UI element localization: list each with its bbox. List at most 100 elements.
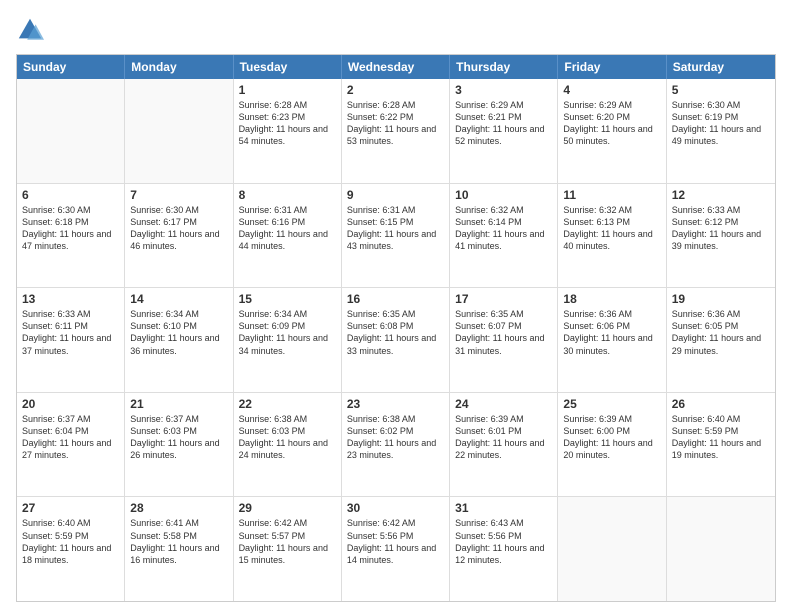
day-number: 28 xyxy=(130,501,227,515)
day-number: 25 xyxy=(563,397,660,411)
day-number: 31 xyxy=(455,501,552,515)
cal-cell-16: 16 Sunrise: 6:35 AM Sunset: 6:08 PM Dayli… xyxy=(342,288,450,392)
cal-cell-24: 24Sunrise: 6:39 AM Sunset: 6:01 PM Dayli… xyxy=(450,393,558,497)
cell-info: Sunrise: 6:33 AM Sunset: 6:11 PM Dayligh… xyxy=(22,308,119,357)
cal-cell-13: 13 Sunrise: 6:33 AM Sunset: 6:11 PM Dayli… xyxy=(17,288,125,392)
cal-cell-4: 4 Sunrise: 6:29 AM Sunset: 6:20 PM Daylig… xyxy=(558,79,666,183)
day-number: 5 xyxy=(672,83,770,97)
day-number: 6 xyxy=(22,188,119,202)
week-row-4: 27Sunrise: 6:40 AM Sunset: 5:59 PM Dayli… xyxy=(17,496,775,601)
day-number: 3 xyxy=(455,83,552,97)
day-number: 2 xyxy=(347,83,444,97)
cal-cell-6: 6 Sunrise: 6:30 AM Sunset: 6:18 PM Daylig… xyxy=(17,184,125,288)
cell-info: Sunrise: 6:35 AM Sunset: 6:07 PM Dayligh… xyxy=(455,308,552,357)
day-number: 11 xyxy=(563,188,660,202)
cal-cell-1: 1 Sunrise: 6:28 AM Sunset: 6:23 PM Daylig… xyxy=(234,79,342,183)
day-number: 10 xyxy=(455,188,552,202)
cal-cell-5: 5 Sunrise: 6:30 AM Sunset: 6:19 PM Daylig… xyxy=(667,79,775,183)
cal-cell-27: 27Sunrise: 6:40 AM Sunset: 5:59 PM Dayli… xyxy=(17,497,125,601)
header-day-sunday: Sunday xyxy=(17,55,125,79)
cal-cell-25: 25 Sunrise: 6:39 AM Sunset: 6:00 PM Dayli… xyxy=(558,393,666,497)
day-number: 19 xyxy=(672,292,770,306)
cell-info: Sunrise: 6:40 AM Sunset: 5:59 PM Dayligh… xyxy=(672,413,770,462)
calendar-header: SundayMondayTuesdayWednesdayThursdayFrid… xyxy=(17,55,775,79)
cell-info: Sunrise: 6:33 AM Sunset: 6:12 PM Dayligh… xyxy=(672,204,770,253)
cal-cell-7: 7 Sunrise: 6:30 AM Sunset: 6:17 PM Daylig… xyxy=(125,184,233,288)
day-number: 12 xyxy=(672,188,770,202)
logo xyxy=(16,16,48,44)
day-number: 4 xyxy=(563,83,660,97)
cal-cell-10: 10 Sunrise: 6:32 AM Sunset: 6:14 PM Dayli… xyxy=(450,184,558,288)
header-day-monday: Monday xyxy=(125,55,233,79)
day-number: 26 xyxy=(672,397,770,411)
cell-info: Sunrise: 6:32 AM Sunset: 6:13 PM Dayligh… xyxy=(563,204,660,253)
cell-info: Sunrise: 6:28 AM Sunset: 6:22 PM Dayligh… xyxy=(347,99,444,148)
cal-cell-empty-0-1 xyxy=(125,79,233,183)
day-number: 13 xyxy=(22,292,119,306)
cell-info: Sunrise: 6:34 AM Sunset: 6:10 PM Dayligh… xyxy=(130,308,227,357)
cell-info: Sunrise: 6:43 AM Sunset: 5:56 PM Dayligh… xyxy=(455,517,552,566)
cal-cell-29: 29 Sunrise: 6:42 AM Sunset: 5:57 PM Dayli… xyxy=(234,497,342,601)
cal-cell-11: 11 Sunrise: 6:32 AM Sunset: 6:13 PM Dayli… xyxy=(558,184,666,288)
cal-cell-empty-4-6 xyxy=(667,497,775,601)
cal-cell-empty-4-5 xyxy=(558,497,666,601)
calendar-body: 1 Sunrise: 6:28 AM Sunset: 6:23 PM Daylig… xyxy=(17,79,775,601)
logo-icon xyxy=(16,16,44,44)
cal-cell-31: 31 Sunrise: 6:43 AM Sunset: 5:56 PM Dayli… xyxy=(450,497,558,601)
day-number: 16 xyxy=(347,292,444,306)
cell-info: Sunrise: 6:36 AM Sunset: 6:06 PM Dayligh… xyxy=(563,308,660,357)
cell-info: Sunrise: 6:35 AM Sunset: 6:08 PM Dayligh… xyxy=(347,308,444,357)
cal-cell-17: 17Sunrise: 6:35 AM Sunset: 6:07 PM Dayli… xyxy=(450,288,558,392)
day-number: 29 xyxy=(239,501,336,515)
cell-info: Sunrise: 6:42 AM Sunset: 5:57 PM Dayligh… xyxy=(239,517,336,566)
week-row-0: 1 Sunrise: 6:28 AM Sunset: 6:23 PM Daylig… xyxy=(17,79,775,183)
day-number: 7 xyxy=(130,188,227,202)
day-number: 21 xyxy=(130,397,227,411)
header-day-tuesday: Tuesday xyxy=(234,55,342,79)
header-day-thursday: Thursday xyxy=(450,55,558,79)
header-day-wednesday: Wednesday xyxy=(342,55,450,79)
cell-info: Sunrise: 6:29 AM Sunset: 6:21 PM Dayligh… xyxy=(455,99,552,148)
cell-info: Sunrise: 6:38 AM Sunset: 6:03 PM Dayligh… xyxy=(239,413,336,462)
day-number: 14 xyxy=(130,292,227,306)
cell-info: Sunrise: 6:41 AM Sunset: 5:58 PM Dayligh… xyxy=(130,517,227,566)
cal-cell-23: 23Sunrise: 6:38 AM Sunset: 6:02 PM Dayli… xyxy=(342,393,450,497)
day-number: 27 xyxy=(22,501,119,515)
cal-cell-9: 9Sunrise: 6:31 AM Sunset: 6:15 PM Daylig… xyxy=(342,184,450,288)
cell-info: Sunrise: 6:30 AM Sunset: 6:19 PM Dayligh… xyxy=(672,99,770,148)
cal-cell-8: 8Sunrise: 6:31 AM Sunset: 6:16 PM Daylig… xyxy=(234,184,342,288)
cal-cell-empty-0-0 xyxy=(17,79,125,183)
calendar: SundayMondayTuesdayWednesdayThursdayFrid… xyxy=(16,54,776,602)
cal-cell-18: 18 Sunrise: 6:36 AM Sunset: 6:06 PM Dayli… xyxy=(558,288,666,392)
cal-cell-14: 14 Sunrise: 6:34 AM Sunset: 6:10 PM Dayli… xyxy=(125,288,233,392)
day-number: 18 xyxy=(563,292,660,306)
day-number: 20 xyxy=(22,397,119,411)
day-number: 1 xyxy=(239,83,336,97)
day-number: 24 xyxy=(455,397,552,411)
cell-info: Sunrise: 6:29 AM Sunset: 6:20 PM Dayligh… xyxy=(563,99,660,148)
cell-info: Sunrise: 6:32 AM Sunset: 6:14 PM Dayligh… xyxy=(455,204,552,253)
cell-info: Sunrise: 6:28 AM Sunset: 6:23 PM Dayligh… xyxy=(239,99,336,148)
cell-info: Sunrise: 6:31 AM Sunset: 6:16 PM Dayligh… xyxy=(239,204,336,253)
cell-info: Sunrise: 6:30 AM Sunset: 6:17 PM Dayligh… xyxy=(130,204,227,253)
week-row-2: 13 Sunrise: 6:33 AM Sunset: 6:11 PM Dayli… xyxy=(17,287,775,392)
cal-cell-26: 26 Sunrise: 6:40 AM Sunset: 5:59 PM Dayli… xyxy=(667,393,775,497)
day-number: 15 xyxy=(239,292,336,306)
cal-cell-21: 21Sunrise: 6:37 AM Sunset: 6:03 PM Dayli… xyxy=(125,393,233,497)
day-number: 30 xyxy=(347,501,444,515)
cal-cell-15: 15 Sunrise: 6:34 AM Sunset: 6:09 PM Dayli… xyxy=(234,288,342,392)
cell-info: Sunrise: 6:38 AM Sunset: 6:02 PM Dayligh… xyxy=(347,413,444,462)
cell-info: Sunrise: 6:31 AM Sunset: 6:15 PM Dayligh… xyxy=(347,204,444,253)
cell-info: Sunrise: 6:36 AM Sunset: 6:05 PM Dayligh… xyxy=(672,308,770,357)
cal-cell-22: 22 Sunrise: 6:38 AM Sunset: 6:03 PM Dayli… xyxy=(234,393,342,497)
week-row-1: 6 Sunrise: 6:30 AM Sunset: 6:18 PM Daylig… xyxy=(17,183,775,288)
cell-info: Sunrise: 6:42 AM Sunset: 5:56 PM Dayligh… xyxy=(347,517,444,566)
cell-info: Sunrise: 6:30 AM Sunset: 6:18 PM Dayligh… xyxy=(22,204,119,253)
page: SundayMondayTuesdayWednesdayThursdayFrid… xyxy=(0,0,792,612)
cal-cell-28: 28 Sunrise: 6:41 AM Sunset: 5:58 PM Dayli… xyxy=(125,497,233,601)
header-day-friday: Friday xyxy=(558,55,666,79)
cell-info: Sunrise: 6:39 AM Sunset: 6:00 PM Dayligh… xyxy=(563,413,660,462)
header-day-saturday: Saturday xyxy=(667,55,775,79)
cell-info: Sunrise: 6:34 AM Sunset: 6:09 PM Dayligh… xyxy=(239,308,336,357)
day-number: 22 xyxy=(239,397,336,411)
